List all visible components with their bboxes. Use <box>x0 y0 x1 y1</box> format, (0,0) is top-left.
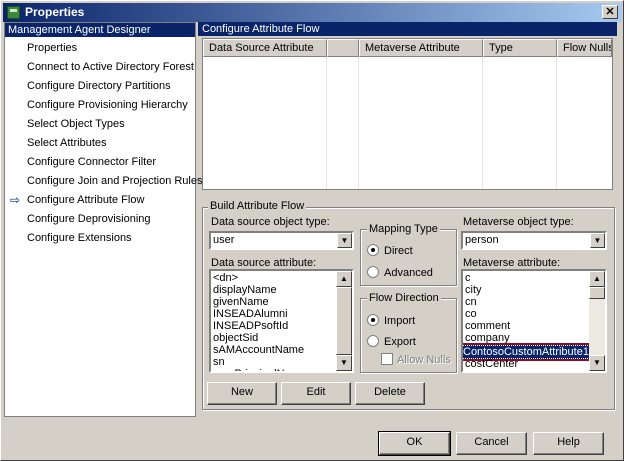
mv-object-type-value: person <box>465 234 499 246</box>
list-item[interactable]: userPrincipalName <box>213 368 306 371</box>
list-item[interactable]: INSEADAlumni <box>213 308 288 320</box>
list-item[interactable]: company <box>465 332 510 344</box>
title-bar[interactable]: Properties ✕ <box>3 3 622 22</box>
allow-nulls-checkbox[interactable]: Allow Nulls <box>381 353 451 367</box>
selected-list-item[interactable]: ContosoCustomAttribute1 <box>463 343 592 361</box>
nav-item-deprovisioning[interactable]: Configure Deprovisioning <box>27 211 151 227</box>
export-label: Export <box>384 336 416 348</box>
grid-divider <box>326 57 327 189</box>
nav-item-properties[interactable]: Properties <box>27 40 77 56</box>
advanced-radio[interactable]: Advanced <box>367 266 433 280</box>
nav-item-connect-forest[interactable]: Connect to Active Directory Forest <box>27 59 194 75</box>
attribute-flow-grid[interactable]: Data Source Attribute Metaverse Attribut… <box>202 38 613 190</box>
grid-divider <box>482 57 483 189</box>
radio-icon[interactable] <box>367 266 379 278</box>
scroll-down-icon[interactable]: ▼ <box>589 355 605 371</box>
list-item[interactable]: objectSid <box>213 332 258 344</box>
mv-object-type-label: Metaverse object type: <box>463 216 574 228</box>
direct-radio[interactable]: Direct <box>367 244 413 258</box>
list-item[interactable]: sn <box>213 356 225 368</box>
scroll-up-icon[interactable]: ▲ <box>589 271 605 287</box>
build-attribute-flow-legend: Build Attribute Flow <box>208 200 307 212</box>
list-item[interactable]: costCenterName <box>465 370 548 371</box>
mv-attribute-scrollbar[interactable]: ▲ ▼ <box>589 271 605 371</box>
mapping-type-legend: Mapping Type <box>367 223 440 235</box>
chevron-down-icon[interactable]: ▼ <box>590 233 605 248</box>
grid-header: Data Source Attribute Metaverse Attribut… <box>203 39 612 57</box>
radio-selected-icon[interactable] <box>367 314 379 326</box>
list-item[interactable]: cn <box>465 296 477 308</box>
export-radio[interactable]: Export <box>367 335 416 349</box>
radio-selected-icon[interactable] <box>367 244 379 256</box>
new-button[interactable]: New <box>207 382 277 405</box>
nav-item-connector-filter[interactable]: Configure Connector Filter <box>27 154 156 170</box>
col-type[interactable]: Type <box>483 39 557 57</box>
list-item[interactable]: displayName <box>213 284 277 296</box>
import-radio[interactable]: Import <box>367 314 415 328</box>
col-flow-nulls[interactable]: Flow Nulls <box>557 39 612 57</box>
nav-item-provisioning-hierarchy[interactable]: Configure Provisioning Hierarchy <box>27 97 188 113</box>
list-item[interactable]: comment <box>465 320 510 332</box>
ds-object-type-label: Data source object type: <box>211 216 330 228</box>
nav-item-attributes[interactable]: Select Attributes <box>27 135 107 151</box>
delete-button[interactable]: Delete <box>355 382 425 405</box>
list-item[interactable]: INSEADPsoftId <box>213 320 288 332</box>
list-item[interactable]: <dn> <box>213 272 238 284</box>
ds-object-type-value: user <box>213 234 235 246</box>
designer-nav-panel: Management Agent Designer Properties Con… <box>4 22 203 417</box>
grid-divider <box>358 57 359 189</box>
direct-label: Direct <box>384 245 413 257</box>
chevron-down-icon[interactable]: ▼ <box>337 233 352 248</box>
nav-item-extensions[interactable]: Configure Extensions <box>27 230 132 246</box>
page-title: Configure Attribute Flow <box>198 22 617 36</box>
ok-button[interactable]: OK <box>378 431 451 456</box>
col-metaverse-attribute[interactable]: Metaverse Attribute <box>359 39 483 57</box>
list-item[interactable]: sAMAccountName <box>213 344 304 356</box>
window-title: Properties <box>25 5 85 19</box>
radio-icon[interactable] <box>367 335 379 347</box>
cancel-button[interactable]: Cancel <box>456 432 527 455</box>
ds-attribute-list[interactable]: <dn> displayName givenName INSEADAlumni … <box>209 269 354 373</box>
scroll-thumb[interactable] <box>336 287 352 355</box>
app-icon <box>7 6 20 19</box>
import-label: Import <box>384 315 416 327</box>
nav-item-join-projection[interactable]: Configure Join and Projection Rules <box>27 173 203 189</box>
ds-attribute-scrollbar[interactable]: ▲ ▼ <box>336 271 352 371</box>
advanced-label: Advanced <box>384 267 433 279</box>
scroll-down-icon[interactable]: ▼ <box>336 355 352 371</box>
list-item[interactable]: co <box>465 308 477 320</box>
nav-item-object-types[interactable]: Select Object Types <box>27 116 125 132</box>
col-data-source-attribute[interactable]: Data Source Attribute <box>203 39 327 57</box>
list-item[interactable]: c <box>465 272 471 284</box>
col-arrow[interactable] <box>327 39 359 57</box>
list-item[interactable]: city <box>465 284 482 296</box>
nav-item-directory-partitions[interactable]: Configure Directory Partitions <box>27 78 171 94</box>
nav-header: Management Agent Designer <box>5 23 195 37</box>
list-item[interactable]: costCenter <box>465 358 518 370</box>
scroll-thumb[interactable] <box>589 287 605 299</box>
grid-divider <box>556 57 557 189</box>
properties-dialog: Properties ✕ Management Agent Designer P… <box>0 0 624 461</box>
flow-direction-legend: Flow Direction <box>367 292 441 304</box>
ds-object-type-select[interactable]: user ▼ <box>209 231 354 250</box>
checkbox-icon[interactable] <box>381 353 393 365</box>
scroll-up-icon[interactable]: ▲ <box>336 271 352 287</box>
mv-attribute-list[interactable]: c city cn co comment company ContosoCust… <box>461 269 607 373</box>
close-button[interactable]: ✕ <box>602 5 618 19</box>
help-button[interactable]: Help <box>533 432 604 455</box>
list-item[interactable]: givenName <box>213 296 269 308</box>
edit-button[interactable]: Edit <box>281 382 351 405</box>
current-step-arrow-icon: ⇨ <box>10 193 21 207</box>
mv-object-type-select[interactable]: person ▼ <box>461 231 607 250</box>
nav-item-attribute-flow[interactable]: Configure Attribute Flow <box>27 192 144 208</box>
allow-nulls-label: Allow Nulls <box>397 354 451 366</box>
